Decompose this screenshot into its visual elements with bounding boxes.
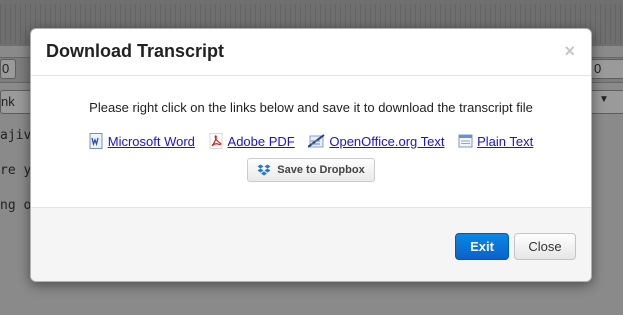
instruction-text: Please right click on the links below an… — [89, 100, 533, 115]
background-field-text: 0 — [2, 61, 10, 76]
dropbox-label: Save to Dropbox — [277, 164, 365, 176]
caret-down-icon: ▼ — [599, 94, 609, 105]
background-text-line: ng o — [0, 198, 32, 213]
background-dropdown-right: ▼ — [590, 90, 623, 114]
dialog-header: Download Transcript × — [31, 29, 591, 76]
pdf-icon — [209, 133, 224, 149]
dialog-footer: Exit Close — [31, 208, 591, 281]
plain-text-link[interactable]: Plain Text — [458, 133, 533, 149]
link-label: Plain Text — [477, 133, 534, 149]
save-to-dropbox-button[interactable]: Save to Dropbox — [247, 158, 375, 182]
text-file-icon — [458, 133, 473, 149]
close-icon[interactable]: × — [564, 41, 575, 61]
exit-button[interactable]: Exit — [455, 233, 509, 260]
adobe-pdf-link[interactable]: Adobe PDF — [209, 133, 295, 149]
word-doc-icon — [89, 133, 104, 149]
link-label: Microsoft Word — [107, 133, 195, 149]
microsoft-word-link[interactable]: Microsoft Word — [89, 133, 195, 149]
link-label: Adobe PDF — [227, 133, 295, 149]
background-field-right: 0 — [590, 59, 623, 79]
background-text-line: re y — [0, 163, 32, 178]
background-button-text: nk — [1, 94, 15, 109]
background-button-left: nk — [0, 90, 34, 114]
background-field-text: 0 — [594, 61, 602, 76]
close-button[interactable]: Close — [514, 233, 576, 260]
dropbox-icon — [257, 164, 271, 177]
openoffice-text-link[interactable]: OpenOffice.org Text — [307, 133, 445, 149]
download-transcript-dialog: Download Transcript × Please right click… — [30, 28, 592, 282]
link-label: OpenOffice.org Text — [329, 133, 445, 149]
background-field-left: 0 — [0, 59, 16, 79]
dialog-title: Download Transcript — [46, 41, 225, 61]
openoffice-icon — [307, 133, 325, 149]
download-links: Microsoft Word Adobe PDF OpenOffice.org … — [31, 133, 591, 152]
background-text-line: ajiv — [0, 128, 32, 143]
dialog-body: Please right click on the links below an… — [31, 76, 591, 208]
